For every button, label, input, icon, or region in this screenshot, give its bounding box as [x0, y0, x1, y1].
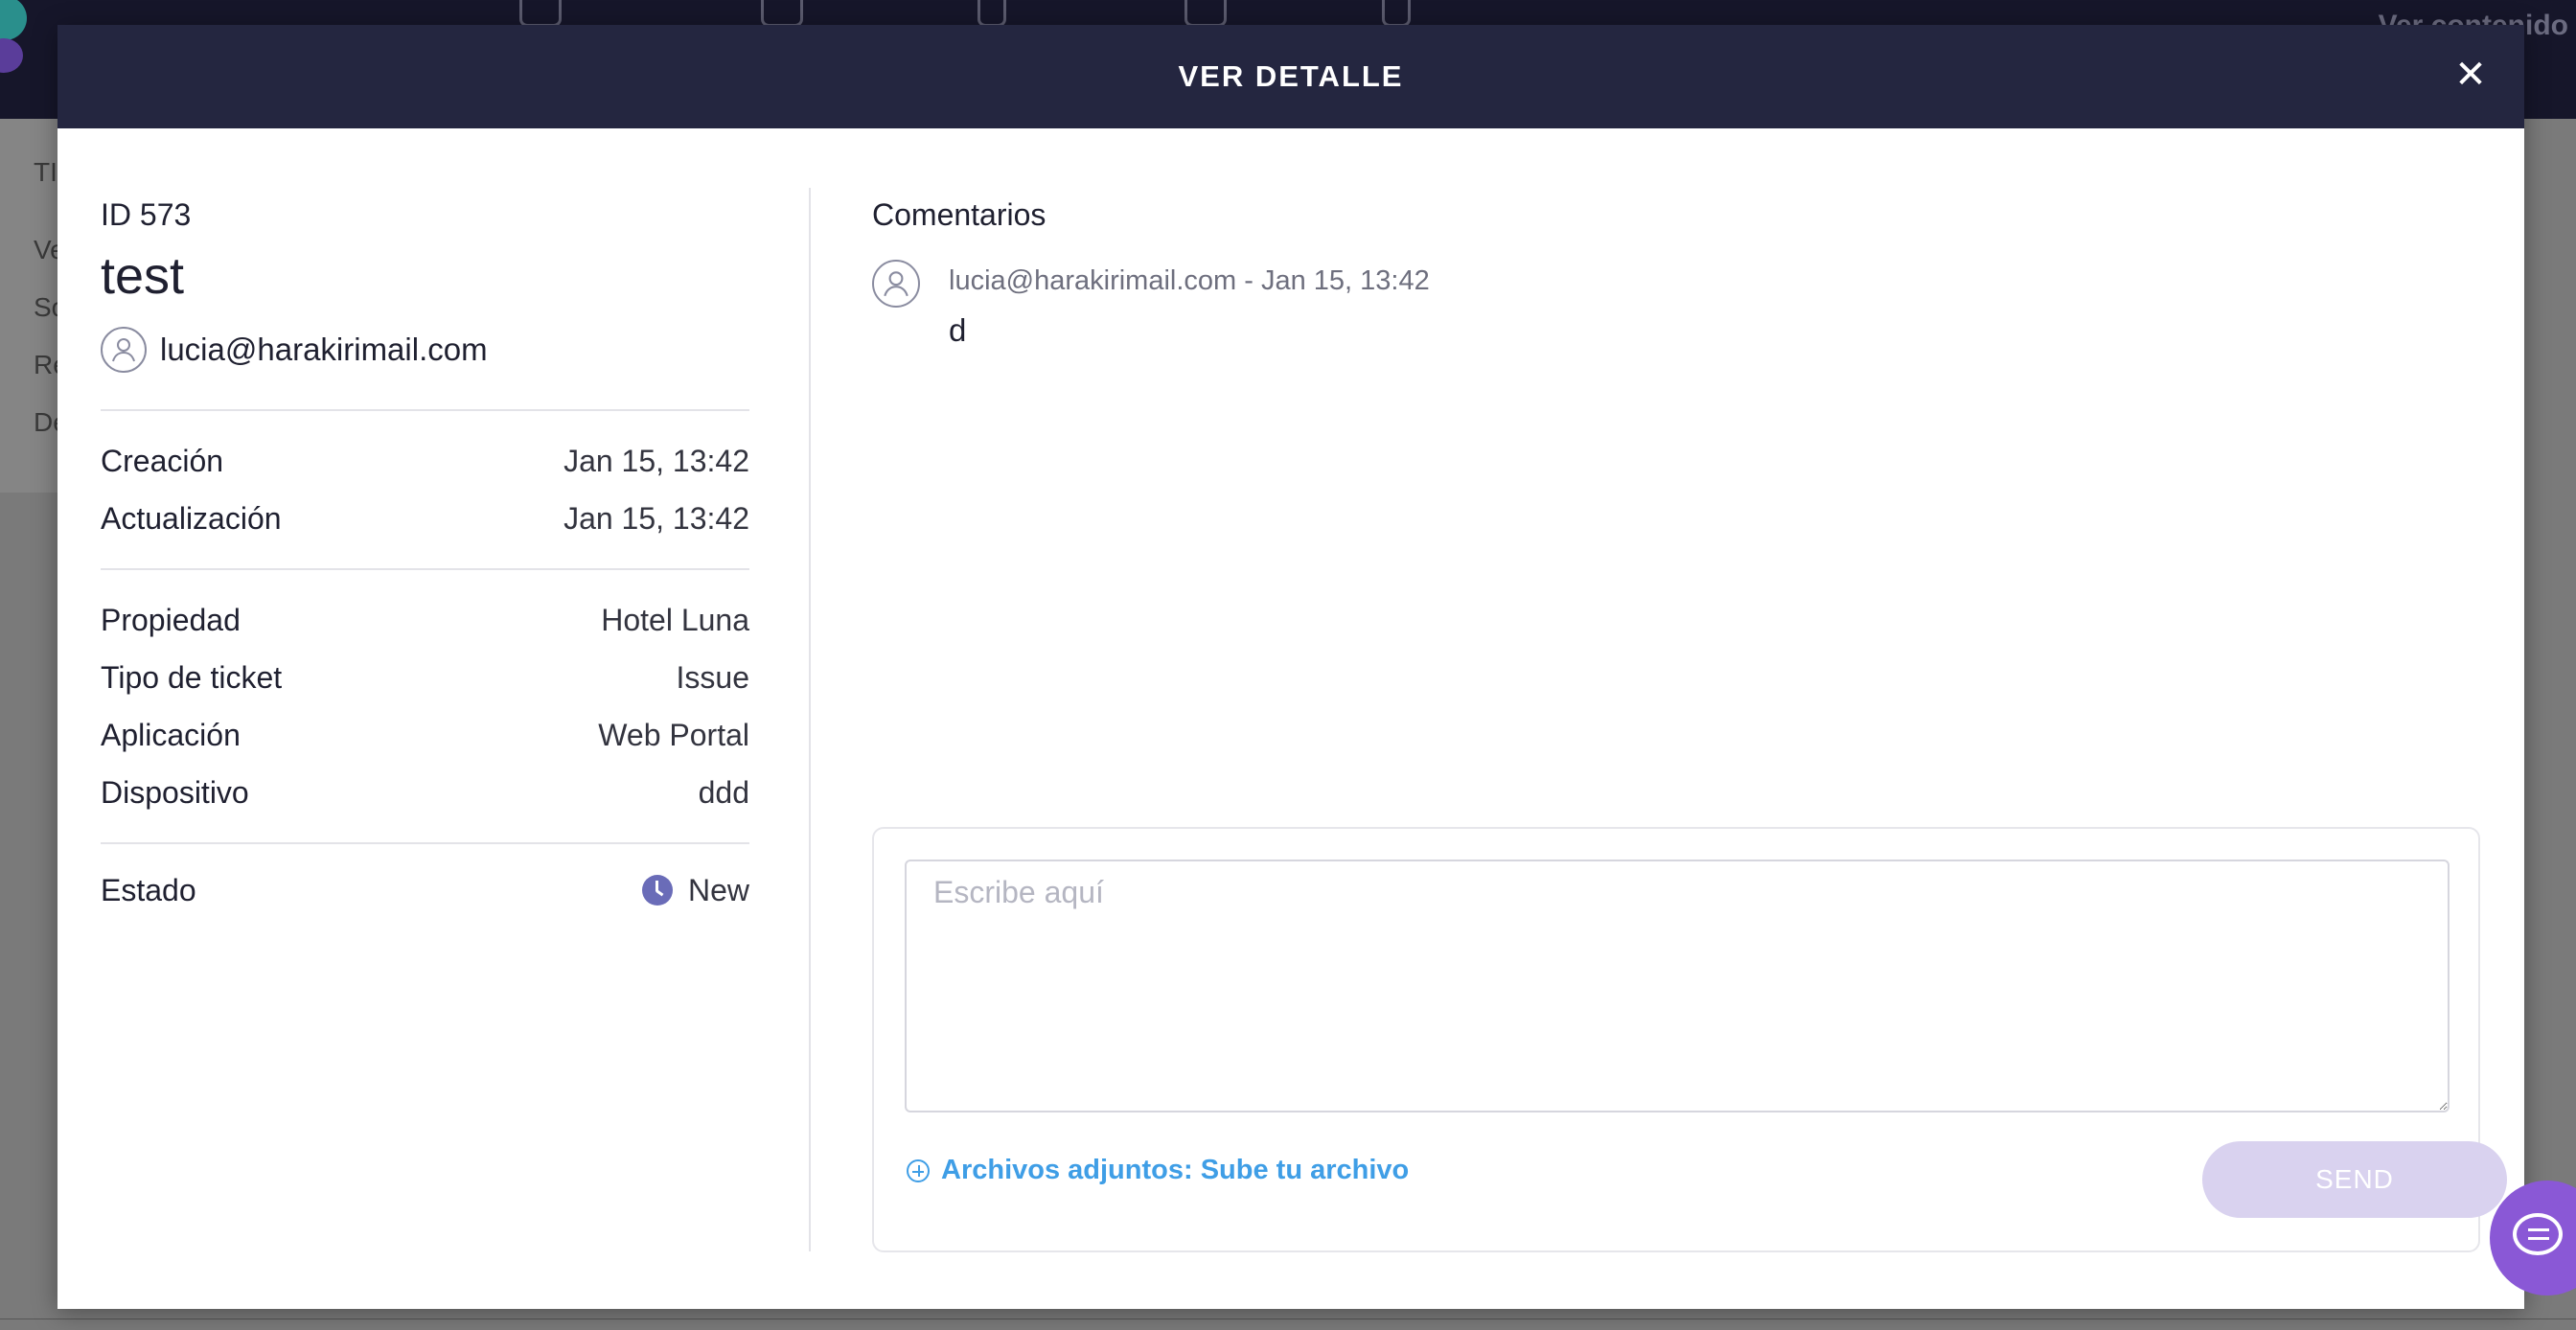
device-icon[interactable]: [978, 0, 1006, 27]
divider: [101, 568, 749, 570]
comment-text: d: [949, 312, 967, 348]
status-badge: New: [641, 872, 749, 908]
field-row-tipo-ticket: Tipo de ticket Issue: [101, 649, 749, 706]
field-row-dispositivo: Dispositivo ddd: [101, 764, 749, 821]
user-avatar-icon: [101, 327, 147, 373]
status-value: New: [687, 872, 749, 907]
chart-icon[interactable]: [1382, 0, 1411, 27]
clock-icon: [641, 875, 673, 906]
field-label: Tipo de ticket: [101, 659, 283, 695]
dates-group: Creación Jan 15, 13:42 Actualización Jan…: [101, 432, 749, 547]
properties-group: Propiedad Hotel Luna Tipo de ticket Issu…: [101, 591, 749, 821]
field-label: Actualización: [101, 500, 282, 536]
status-group: Estado New: [101, 861, 749, 919]
field-row-aplicacion: Aplicación Web Portal: [101, 706, 749, 764]
field-value: Web Portal: [598, 717, 749, 752]
attach-label: Archivos adjuntos: Sube tu archivo: [941, 1155, 1410, 1185]
field-row-estado: Estado New: [101, 861, 749, 919]
chat-icon: [2513, 1213, 2563, 1255]
modal-title: VER DETALLE: [1178, 59, 1404, 93]
field-row-actualizacion: Actualización Jan 15, 13:42: [101, 490, 749, 547]
send-button[interactable]: SEND: [2202, 1141, 2507, 1218]
ticket-owner: lucia@harakirimail.com: [101, 327, 749, 373]
ticket-detail-modal: VER DETALLE ✕ ID 573 test lucia@harakiri…: [58, 25, 2524, 1309]
field-label: Aplicación: [101, 717, 241, 752]
activity-icon[interactable]: [1184, 0, 1227, 27]
comments-panel: Comentarios lucia@harakirimail.com - Jan…: [872, 197, 2482, 349]
column-divider: [809, 188, 811, 1251]
field-value: ddd: [698, 774, 749, 810]
comment-item: lucia@harakirimail.com - Jan 15, 13:42 d: [872, 260, 2482, 349]
field-value: Hotel Luna: [601, 602, 749, 637]
ticket-title: test: [101, 247, 185, 305]
app-logo: [0, 0, 27, 40]
user-avatar-icon: [872, 260, 920, 308]
comment-compose-box: Archivos adjuntos: Sube tu archivo SEND: [872, 827, 2507, 1252]
comment-input[interactable]: [905, 860, 2450, 1112]
field-value: Issue: [676, 659, 749, 695]
plus-circle-icon: [907, 1158, 930, 1182]
modal-header: VER DETALLE ✕: [58, 25, 2524, 128]
attach-file-link[interactable]: Archivos adjuntos: Sube tu archivo: [907, 1155, 1409, 1186]
comment-body: lucia@harakirimail.com - Jan 15, 13:42 d: [949, 260, 1430, 349]
owner-email: lucia@harakirimail.com: [160, 332, 488, 367]
field-value: Jan 15, 13:42: [564, 443, 749, 478]
field-label: Creación: [101, 443, 224, 478]
divider: [101, 409, 749, 411]
close-icon[interactable]: ✕: [2451, 56, 2490, 94]
field-row-creacion: Creación Jan 15, 13:42: [101, 432, 749, 490]
status-label: Estado: [101, 872, 196, 907]
field-label: Propiedad: [101, 602, 241, 637]
ticket-id: ID 573: [101, 197, 192, 232]
field-value: Jan 15, 13:42: [564, 500, 749, 536]
ticket-info-panel: ID 573 test lucia@harakirimail.com Creac…: [101, 197, 749, 919]
home-icon[interactable]: [519, 0, 562, 27]
bg-side-item: TI: [34, 157, 58, 187]
field-label: Dispositivo: [101, 774, 249, 810]
divider: [101, 842, 749, 844]
comment-meta: lucia@harakirimail.com - Jan 15, 13:42: [949, 265, 1430, 296]
app-logo-accent: [0, 38, 23, 73]
field-row-propiedad: Propiedad Hotel Luna: [101, 591, 749, 649]
list-icon[interactable]: [761, 0, 803, 27]
comments-title: Comentarios: [872, 197, 1046, 232]
